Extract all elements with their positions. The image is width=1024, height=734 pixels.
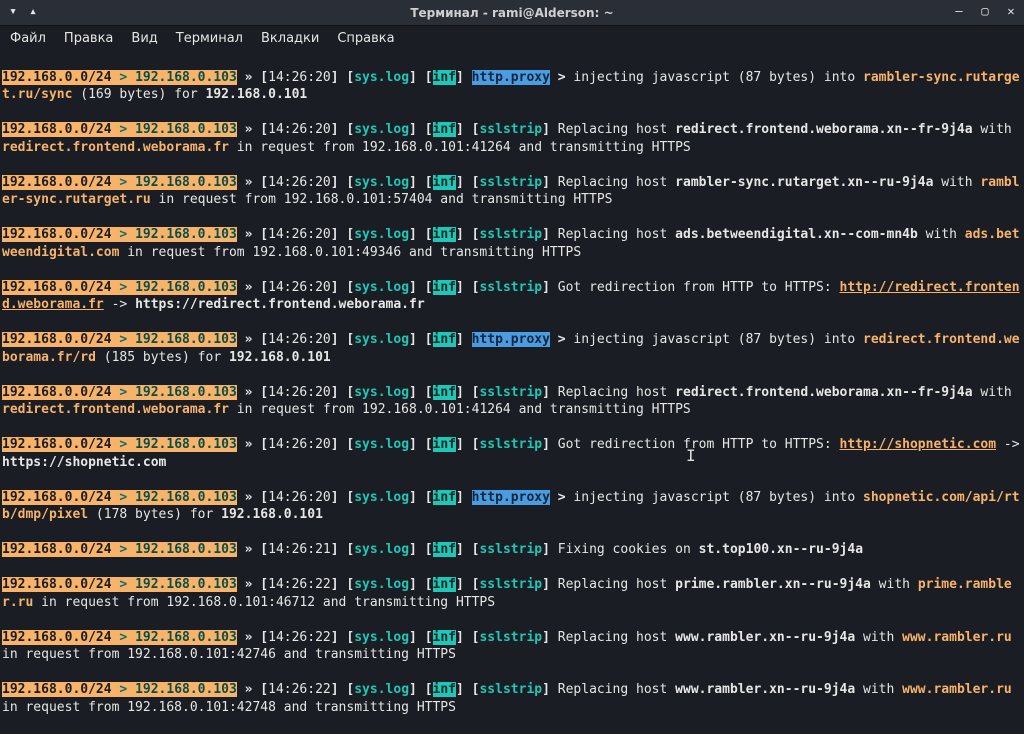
module-httpproxy: http.proxy [472,70,550,85]
log-line: 192.168.0.0/24 > 192.168.0.103 » [14:26:… [2,226,1022,261]
net-target: 192.168.0.103 [135,70,237,85]
syslog-tag: sys.log [354,70,409,85]
log-line: 192.168.0.0/24 > 192.168.0.103 » [14:26:… [2,384,1022,419]
titlebar-right: – ▢ ✕ [952,4,1018,18]
replace-host-to: redirect.frontend.weborama.fr [2,140,229,155]
menubar: Файл Правка Вид Терминал Вкладки Справка [0,26,1024,51]
log-line: 192.168.0.0/24 > 192.168.0.103 » [14:26:… [2,576,1022,611]
menu-edit[interactable]: Правка [64,31,113,46]
menu-view[interactable]: Вид [131,31,157,46]
level-inf: inf [433,70,456,85]
terminal-output[interactable]: 192.168.0.0/24 > 192.168.0.103 » [14:26:… [0,51,1024,734]
log-line: 192.168.0.0/24 > 192.168.0.103 » [14:26:… [2,69,1022,104]
net-source: 192.168.0.0/24 [2,70,112,85]
menu-help[interactable]: Справка [337,31,394,46]
log-line: 192.168.0.0/24 > 192.168.0.103 » [14:26:… [2,489,1022,524]
menu-icon[interactable]: ▾ [6,4,20,18]
log-line: 192.168.0.0/24 > 192.168.0.103 » [14:26:… [2,436,1022,471]
minimize-button[interactable]: – [952,4,966,18]
window-title: Терминал - rami@Alderson: ~ [410,6,613,20]
log-line: 192.168.0.0/24 > 192.168.0.103 » [14:26:… [2,541,1022,559]
log-line: 192.168.0.0/24 > 192.168.0.103 » [14:26:… [2,174,1022,209]
log-line: 192.168.0.0/24 > 192.168.0.103 » [14:26:… [2,121,1022,156]
menu-file[interactable]: Файл [10,31,46,46]
close-button[interactable]: ✕ [1004,4,1018,18]
maximize-button[interactable]: ▢ [978,4,992,18]
client-ip: 192.168.0.101 [206,87,308,102]
fullscreen-icon[interactable]: ▴ [26,4,40,18]
log-line: 192.168.0.0/24 > 192.168.0.103 » [14:26:… [2,681,1022,716]
module-sslstrip: sslstrip [479,122,542,137]
log-line: 192.168.0.0/24 > 192.168.0.103 » [14:26:… [2,629,1022,664]
menu-terminal[interactable]: Терминал [176,31,243,46]
log-line: 192.168.0.0/24 > 192.168.0.103 » [14:26:… [2,331,1022,366]
menu-tabs[interactable]: Вкладки [261,31,319,46]
log-line: 192.168.0.0/24 > 192.168.0.103 » [14:26:… [2,279,1022,314]
titlebar-left: ▾ ▴ [6,4,40,18]
replace-host-from: redirect.frontend.weborama.xn--fr-9j4a [675,122,972,137]
titlebar: ▾ ▴ Терминал - rami@Alderson: ~ – ▢ ✕ [0,0,1024,26]
